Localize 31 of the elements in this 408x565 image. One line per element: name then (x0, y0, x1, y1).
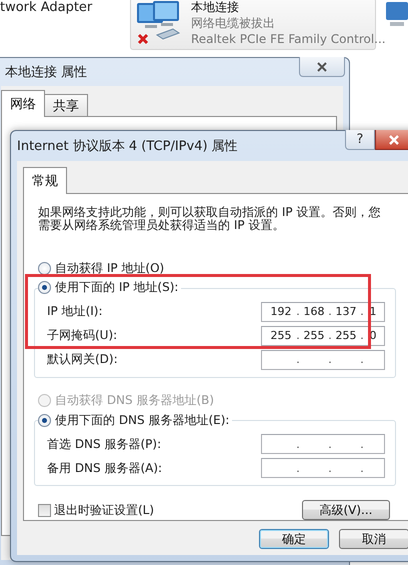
close-button[interactable] (375, 130, 408, 150)
tab[interactable]: 网络 (1, 90, 45, 117)
checkbox[interactable]: 退出时验证设置(L) (38, 502, 154, 519)
adapter-name: 本地连接 (191, 0, 240, 15)
field-label: IP 地址(I): (47, 303, 103, 320)
close-button[interactable] (299, 57, 345, 77)
advanced-button[interactable]: 高级(V)... (302, 500, 390, 520)
close-icon (315, 60, 329, 72)
adapter-device: Realtek PCIe FE Family Control... (191, 31, 386, 47)
ip-address-field[interactable]: . . . (261, 350, 385, 370)
close-icon (387, 134, 401, 146)
cancel-button[interactable]: 取消 (339, 529, 408, 549)
radio-option[interactable]: 使用下面的 IP 地址(S): (38, 278, 178, 298)
ip-address-field[interactable]: . . . (261, 434, 385, 454)
window-title: 本地连接 属性 (5, 64, 88, 81)
adapter-status: 网络电缆被拔出 (191, 15, 276, 31)
field-label: 备用 DNS 服务器(A): (47, 460, 162, 477)
ip-address-field[interactable]: 192 . 168 . 137 . 1 (261, 302, 385, 322)
field-label: 子网掩码(U): (47, 327, 118, 344)
description-text: 如果网络支持此功能，则可以获取自动指派的 IP 设置。否则，您需要从网络系统管理员处获得适当的 IP 设置。 (38, 206, 382, 232)
ok-button[interactable]: 确定 (259, 529, 329, 549)
window-title: Internet 协议版本 4 (TCP/IPv4) 属性 (17, 138, 238, 155)
ip-address-field[interactable]: . . . (261, 458, 385, 478)
field-label: 默认网关(D): (47, 351, 118, 368)
tab[interactable]: 常规 (23, 167, 67, 194)
field-label: 首选 DNS 服务器(P): (47, 436, 162, 453)
section-heading: twork Adapter (0, 0, 92, 15)
tab[interactable]: 共享 (44, 94, 88, 117)
radio-option[interactable]: 使用下面的 DNS 服务器地址(E): (38, 410, 230, 430)
radio-option[interactable]: 自动获得 IP 地址(O) (38, 258, 396, 278)
help-button[interactable]: ? (345, 130, 375, 150)
